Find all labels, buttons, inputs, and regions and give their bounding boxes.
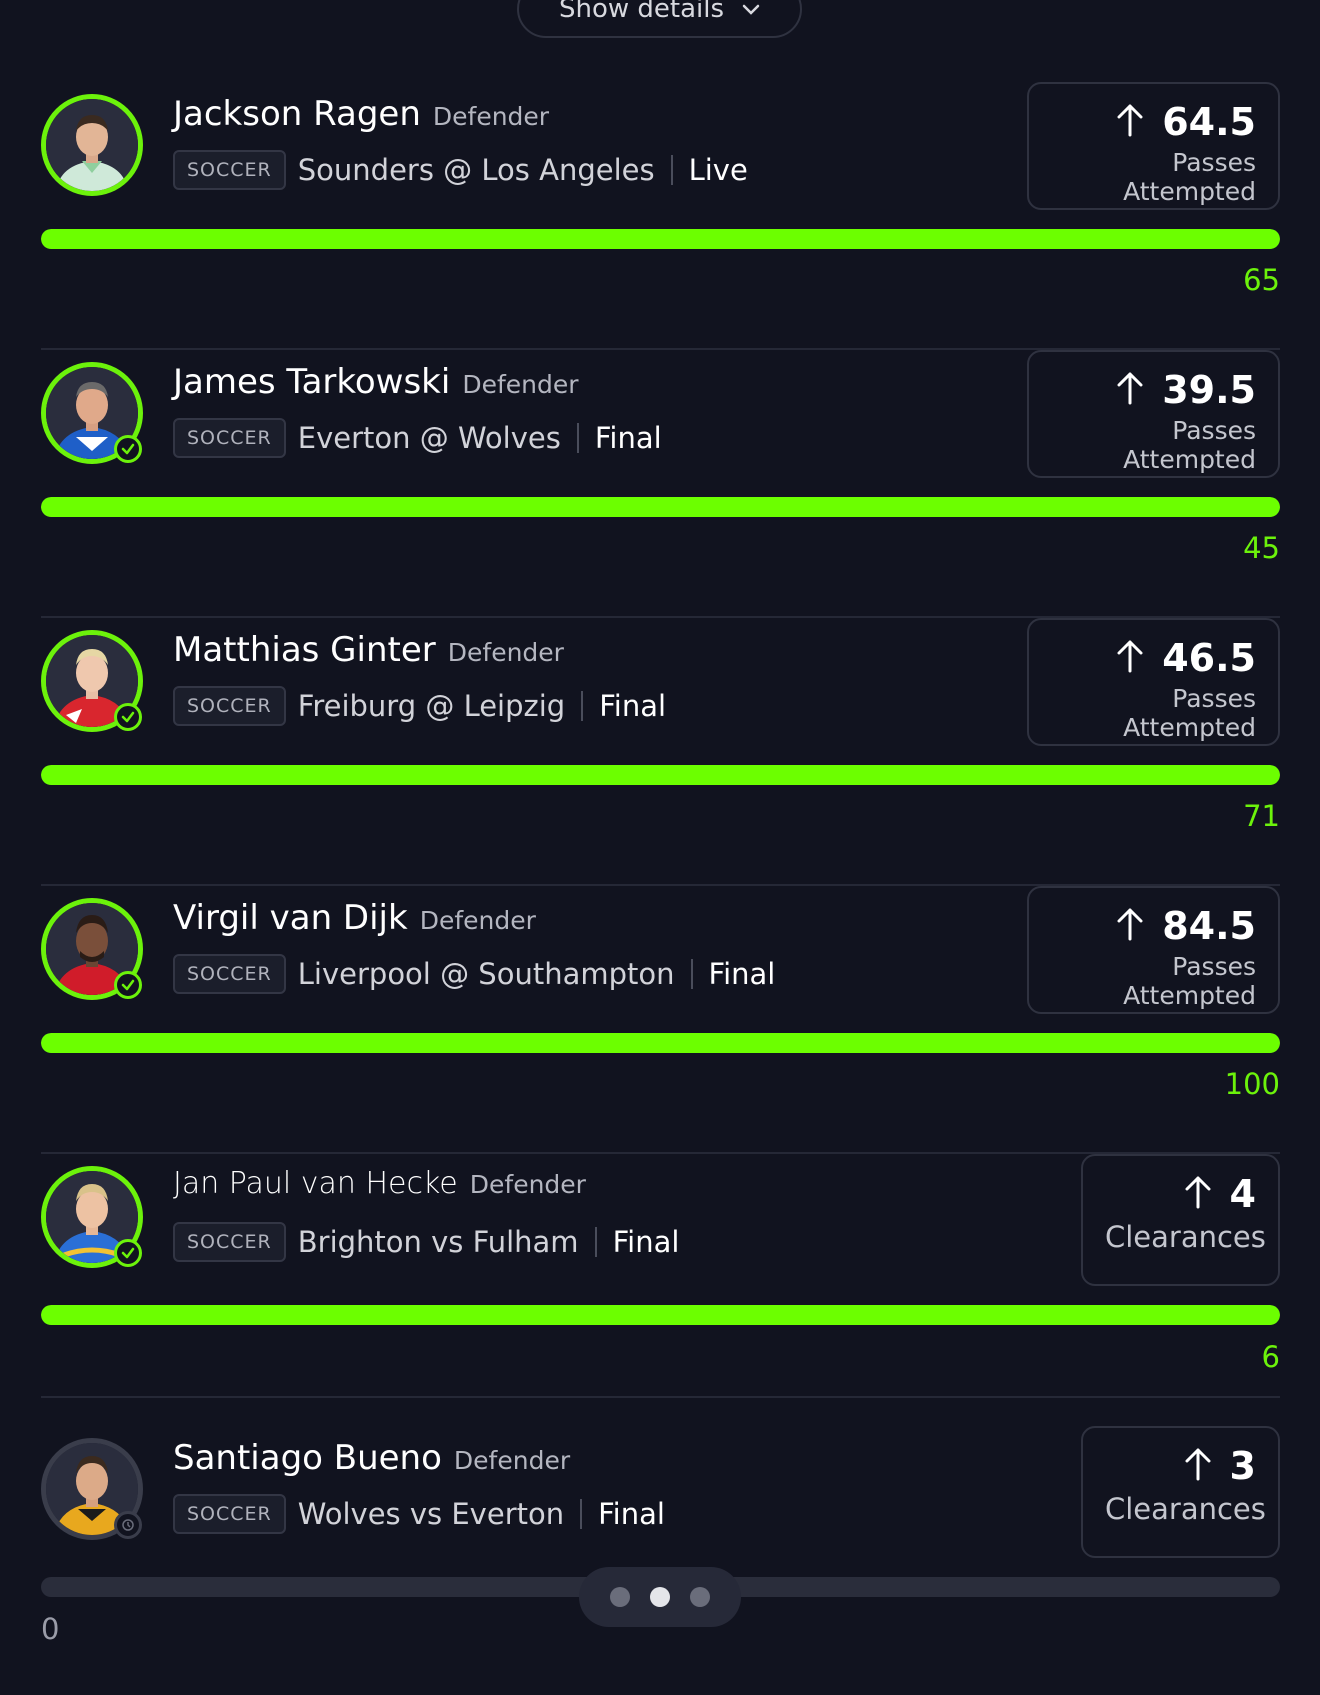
progress-bar xyxy=(41,1033,1280,1053)
stat-line-value: 3 xyxy=(1229,1444,1256,1488)
row-divider xyxy=(41,1396,1280,1398)
progress-bar xyxy=(41,229,1280,249)
separator xyxy=(594,1227,597,1257)
separator xyxy=(670,155,673,185)
arrow-up-icon xyxy=(1116,639,1144,677)
carousel-pagination[interactable] xyxy=(579,1567,741,1627)
show-details-label: Show details xyxy=(558,0,725,24)
player-name: Matthias Ginter xyxy=(173,630,436,670)
stat-line-box: 64.5 Passes Attempted xyxy=(1027,82,1280,210)
arrow-up-icon xyxy=(1184,1175,1212,1213)
pick-row[interactable]: Jackson Ragen Defender SOCCER Sounders @… xyxy=(41,82,1280,350)
result-value: 6 xyxy=(1261,1340,1280,1374)
progress-bar xyxy=(41,765,1280,785)
progress-fill xyxy=(41,1033,1280,1053)
sport-badge: SOCCER xyxy=(173,1494,286,1534)
stat-label: Passes Attempted xyxy=(1123,952,1256,1010)
pick-row[interactable]: James Tarkowski Defender SOCCER Everton … xyxy=(41,350,1280,618)
game-status: Live xyxy=(688,153,748,187)
matchup-text: Everton @ Wolves xyxy=(297,421,561,455)
arrow-up-icon xyxy=(1116,371,1144,409)
page-dot[interactable] xyxy=(690,1587,710,1607)
settled-check-icon xyxy=(114,971,142,999)
stat-line-box: 39.5 Passes Attempted xyxy=(1027,350,1280,478)
player-name: Virgil van Dijk xyxy=(173,898,408,938)
arrow-up-icon xyxy=(1116,907,1144,945)
stat-line-box: 4 Clearances xyxy=(1081,1154,1280,1286)
settled-check-icon xyxy=(114,435,142,463)
progress-bar xyxy=(41,1305,1280,1325)
stat-label: Passes Attempted xyxy=(1123,416,1256,474)
player-name: James Tarkowski xyxy=(173,362,451,402)
game-status: Final xyxy=(598,1497,665,1531)
progress-fill xyxy=(41,765,1280,785)
stat-line-box: 3 Clearances xyxy=(1081,1426,1280,1558)
sport-badge: SOCCER xyxy=(173,954,286,994)
game-status: Final xyxy=(599,689,667,723)
pick-row[interactable]: Virgil van Dijk Defender SOCCER Liverpoo… xyxy=(41,886,1280,1154)
pending-clock-icon xyxy=(114,1511,142,1539)
page-dot[interactable] xyxy=(650,1587,670,1607)
player-avatar xyxy=(41,94,143,196)
player-position: Defender xyxy=(462,370,579,399)
separator xyxy=(576,423,579,453)
chevron-down-icon xyxy=(742,0,760,21)
progress-fill xyxy=(41,497,1280,517)
game-status: Final xyxy=(708,957,776,991)
settled-check-icon xyxy=(114,1239,142,1267)
stat-line-box: 46.5 Passes Attempted xyxy=(1027,618,1280,746)
player-position: Defender xyxy=(469,1170,586,1199)
player-position: Defender xyxy=(432,102,550,131)
stat-label: Passes Attempted xyxy=(1123,148,1256,206)
game-status: Final xyxy=(612,1225,680,1259)
arrow-up-icon xyxy=(1184,1447,1212,1485)
pick-row[interactable]: Jan Paul van Hecke Defender SOCCER Brigh… xyxy=(41,1154,1280,1398)
stat-label: Clearances xyxy=(1105,1220,1266,1254)
result-value: 45 xyxy=(1243,531,1280,565)
player-position: Defender xyxy=(453,1446,571,1475)
matchup-text: Wolves vs Everton xyxy=(297,1497,565,1531)
stat-line-value: 84.5 xyxy=(1162,904,1256,948)
stat-line-value: 39.5 xyxy=(1162,368,1256,412)
player-name: Jan Paul van Hecke xyxy=(173,1166,458,1201)
result-value: 0 xyxy=(41,1612,60,1646)
progress-fill xyxy=(41,1305,1280,1325)
result-value: 65 xyxy=(1243,263,1280,297)
separator xyxy=(690,959,693,989)
progress-fill xyxy=(41,229,1280,249)
sport-badge: SOCCER xyxy=(173,150,286,190)
result-value: 71 xyxy=(1243,799,1280,833)
separator xyxy=(580,1499,583,1529)
game-status: Final xyxy=(594,421,662,455)
stat-line-value: 46.5 xyxy=(1162,636,1256,680)
progress-bar xyxy=(41,497,1280,517)
player-name: Jackson Ragen xyxy=(173,94,421,134)
settled-check-icon xyxy=(114,703,142,731)
stat-line-value: 4 xyxy=(1229,1172,1256,1216)
matchup-text: Freiburg @ Leipzig xyxy=(297,689,566,723)
show-details-button[interactable]: Show details xyxy=(517,0,802,38)
pick-row[interactable]: Matthias Ginter Defender SOCCER Freiburg… xyxy=(41,618,1280,886)
result-value: 100 xyxy=(1224,1067,1280,1101)
player-position: Defender xyxy=(419,906,536,935)
sport-badge: SOCCER xyxy=(173,1222,286,1262)
separator xyxy=(581,691,584,721)
stat-line-value: 64.5 xyxy=(1162,100,1256,144)
page-dot[interactable] xyxy=(610,1587,630,1607)
player-name: Santiago Bueno xyxy=(173,1438,442,1478)
stat-label: Passes Attempted xyxy=(1123,684,1256,742)
matchup-text: Sounders @ Los Angeles xyxy=(297,153,655,187)
sport-badge: SOCCER xyxy=(173,418,286,458)
player-position: Defender xyxy=(447,638,564,667)
arrow-up-icon xyxy=(1116,103,1144,141)
matchup-text: Liverpool @ Southampton xyxy=(297,957,675,991)
sport-badge: SOCCER xyxy=(173,686,286,726)
matchup-text: Brighton vs Fulham xyxy=(297,1225,579,1259)
stat-line-box: 84.5 Passes Attempted xyxy=(1027,886,1280,1014)
stat-label: Clearances xyxy=(1105,1492,1266,1526)
